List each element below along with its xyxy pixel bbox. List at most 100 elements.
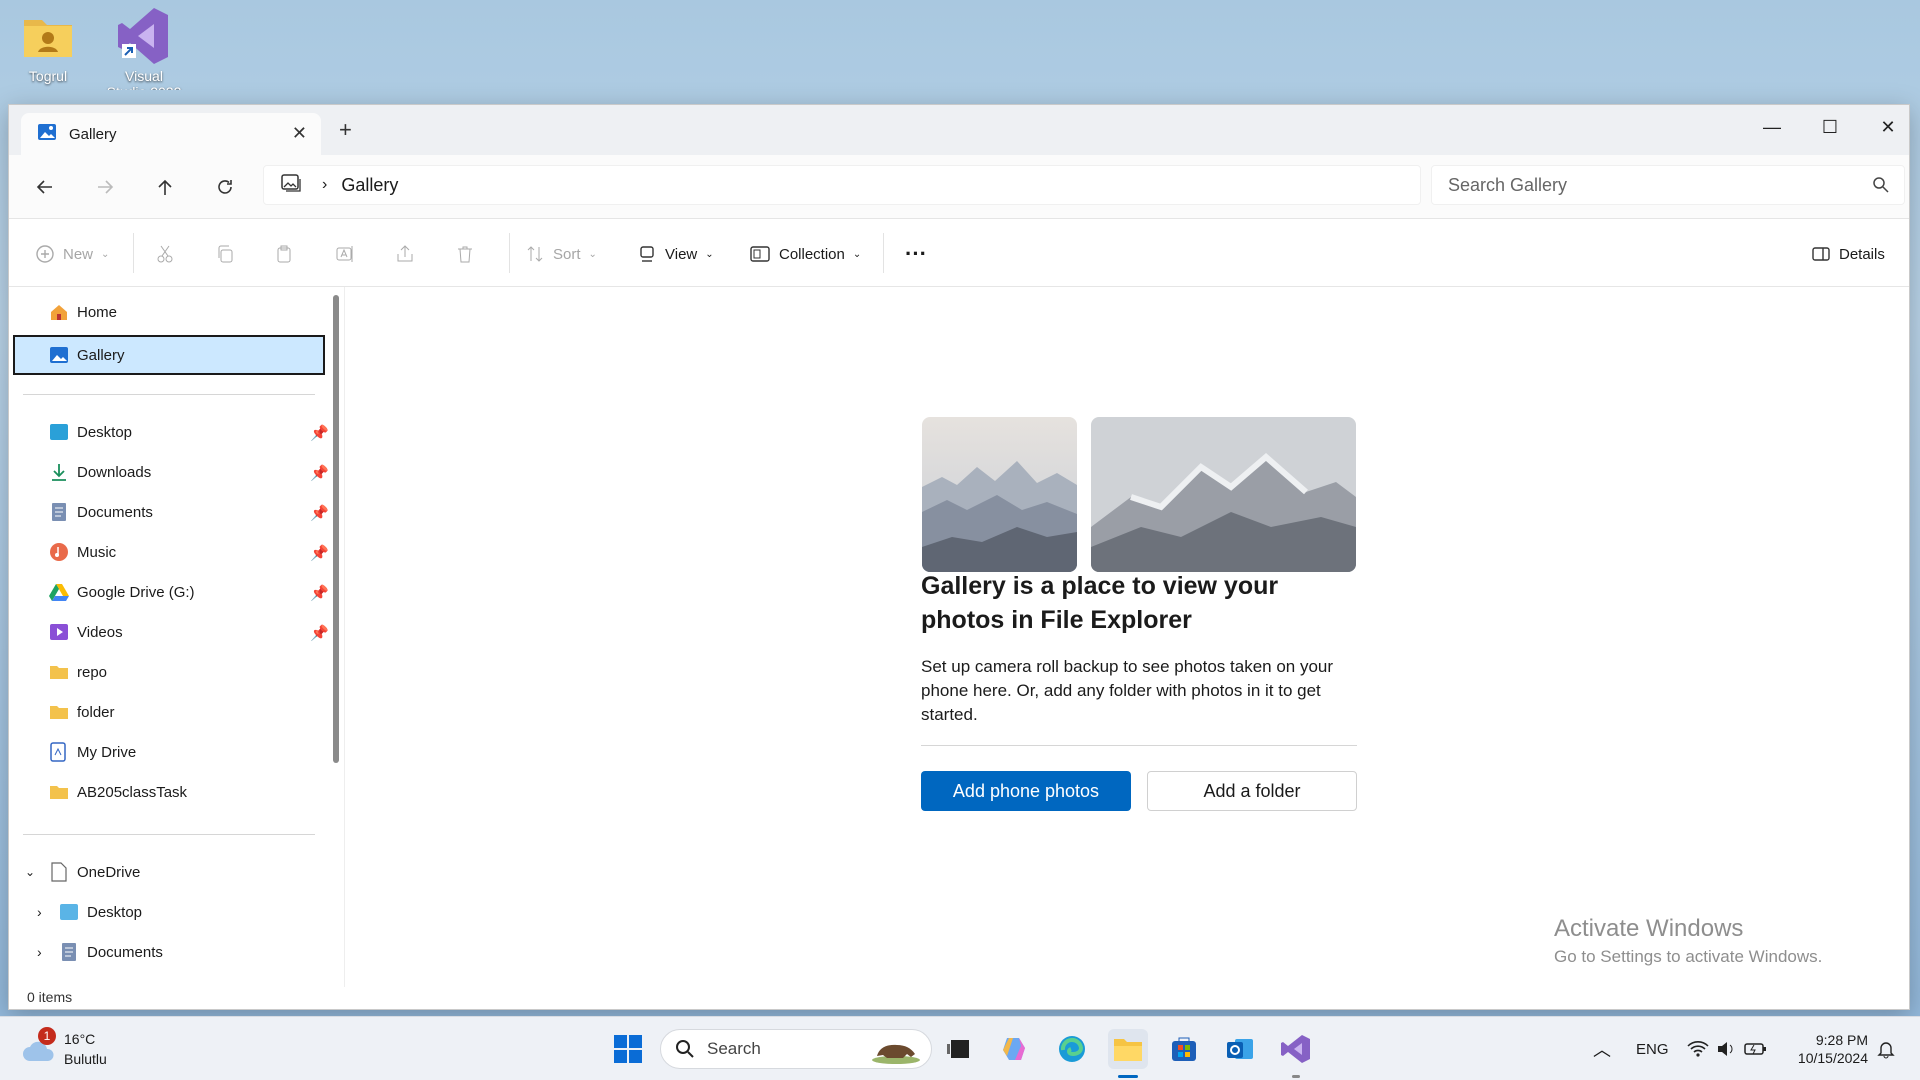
desktop-folder-icon <box>60 904 78 920</box>
desktop-icon-togrul[interactable]: Togrul <box>8 6 88 84</box>
nav-documents[interactable]: Documents 📌 <box>49 497 329 527</box>
visual-studio-taskbar-icon[interactable] <box>1276 1029 1316 1069</box>
weather-widget[interactable]: 1 16°C Bulutlu <box>22 1027 132 1069</box>
nav-onedrive-desktop[interactable]: › Desktop <box>37 897 317 927</box>
chevron-right-icon[interactable]: › <box>322 176 327 194</box>
plus-circle-icon <box>36 245 54 263</box>
folder-icon <box>50 706 68 719</box>
task-view-icon[interactable] <box>940 1029 980 1069</box>
status-bar-item-count: 0 items <box>27 989 73 1005</box>
music-icon <box>50 543 68 561</box>
close-window-button[interactable]: ✕ <box>1859 109 1909 145</box>
title-bar: Gallery ✕ + — ☐ ✕ <box>9 105 1909 155</box>
back-button[interactable] <box>29 171 61 203</box>
onedrive-doc-icon <box>51 862 67 882</box>
delete-icon[interactable] <box>455 239 475 269</box>
details-pane-icon <box>1812 247 1830 261</box>
notification-bell-icon[interactable] <box>1866 1029 1906 1069</box>
nav-folder[interactable]: folder <box>49 697 329 727</box>
outlook-icon[interactable] <box>1220 1029 1260 1069</box>
sort-icon <box>527 246 543 262</box>
pin-icon: 📌 <box>310 585 329 602</box>
add-phone-photos-button[interactable]: Add phone photos <box>921 771 1131 811</box>
nav-onedrive[interactable]: ⌄ OneDrive <box>25 857 305 887</box>
navigation-bar: › Gallery Search Gallery <box>9 155 1909 219</box>
clock-date: 10/15/2024 <box>1797 1050 1868 1066</box>
windows-icon <box>614 1035 642 1063</box>
empty-state-heading: Gallery is a place to view your photos i… <box>921 572 1279 634</box>
close-tab-icon[interactable]: ✕ <box>292 123 307 144</box>
user-folder-icon <box>20 6 76 66</box>
visual-studio-icon <box>116 6 172 66</box>
tab-gallery[interactable]: Gallery ✕ <box>21 113 321 155</box>
nav-music[interactable]: Music 📌 <box>49 537 329 567</box>
store-icon[interactable] <box>1164 1029 1204 1069</box>
edge-icon[interactable] <box>1052 1029 1092 1069</box>
clock[interactable]: 9:28 PM 10/15/2024 <box>1776 1031 1868 1067</box>
my-drive-icon <box>50 742 66 762</box>
videos-icon <box>50 624 68 640</box>
breadcrumb-gallery[interactable]: Gallery <box>341 175 398 196</box>
address-bar[interactable]: › Gallery <box>263 165 1421 205</box>
nav-my-drive[interactable]: My Drive <box>49 737 329 767</box>
chevron-right-icon[interactable]: › <box>37 904 51 920</box>
running-app-indicator <box>1292 1075 1300 1078</box>
add-a-folder-button[interactable]: Add a folder <box>1147 771 1357 811</box>
paste-icon[interactable] <box>275 239 295 269</box>
maximize-button[interactable]: ☐ <box>1801 109 1859 145</box>
search-placeholder: Search Gallery <box>1448 174 1568 195</box>
up-button[interactable] <box>149 171 181 203</box>
gallery-location-icon <box>280 172 302 198</box>
new-tab-button[interactable]: + <box>339 117 352 143</box>
nav-gallery[interactable]: Gallery <box>49 340 329 370</box>
taskbar-search[interactable]: Search <box>660 1029 932 1069</box>
notification-badge: 1 <box>38 1027 56 1045</box>
mountain-photo-small <box>922 417 1077 572</box>
forward-button[interactable] <box>89 171 121 203</box>
chevron-up-icon[interactable]: ︿ <box>1582 1029 1622 1069</box>
chevron-right-icon[interactable]: › <box>37 944 51 960</box>
nav-repo[interactable]: repo <box>49 657 329 687</box>
file-explorer-icon[interactable] <box>1108 1029 1148 1069</box>
search-icon <box>676 1040 694 1058</box>
pin-icon: 📌 <box>310 465 329 482</box>
start-button[interactable] <box>608 1029 648 1069</box>
rename-icon[interactable] <box>335 239 355 269</box>
chevron-down-icon[interactable]: ⌄ <box>25 865 41 879</box>
pin-icon: 📌 <box>310 625 329 642</box>
sort-button[interactable]: Sort ⌄ <box>525 239 597 269</box>
details-button[interactable]: Details <box>1811 239 1885 269</box>
activation-watermark: Activate Windows Go to Settings to activ… <box>1554 915 1822 967</box>
collection-button[interactable]: Collection ⌄ <box>749 239 861 269</box>
refresh-button[interactable] <box>209 171 241 203</box>
nav-desktop[interactable]: Desktop 📌 <box>49 417 329 447</box>
navigation-pane: Home Gallery Desktop 📌 Downloads 📌 Docum… <box>9 287 329 987</box>
nav-google-drive[interactable]: Google Drive (G:) 📌 <box>49 577 329 607</box>
cut-icon[interactable] <box>155 239 175 269</box>
nav-downloads[interactable]: Downloads 📌 <box>49 457 329 487</box>
search-input[interactable]: Search Gallery <box>1431 165 1905 205</box>
minimize-button[interactable]: — <box>1743 109 1801 145</box>
language-indicator[interactable]: ENG <box>1636 1041 1669 1058</box>
desktop-icon-visual-studio[interactable]: Visual Studio 2022 <box>104 6 184 90</box>
mountain-photo-large <box>1091 417 1356 572</box>
nav-onedrive-documents[interactable]: › Documents <box>37 937 317 967</box>
search-highlight-icon <box>872 1044 920 1064</box>
share-icon[interactable] <box>395 239 415 269</box>
pin-icon: 📌 <box>310 505 329 522</box>
nav-videos[interactable]: Videos 📌 <box>49 617 329 647</box>
view-icon <box>640 246 654 262</box>
copy-icon[interactable] <box>215 239 235 269</box>
search-icon[interactable] <box>1872 176 1890 199</box>
desktop-icon-label: Visual Studio 2022 <box>107 68 182 90</box>
view-button[interactable]: View ⌄ <box>637 239 714 269</box>
nav-ab205classtask[interactable]: AB205classTask <box>49 777 329 807</box>
active-app-indicator <box>1118 1075 1138 1078</box>
new-button[interactable]: New ⌄ <box>35 239 109 269</box>
collection-icon <box>750 246 770 262</box>
copilot-icon[interactable] <box>996 1029 1036 1069</box>
nav-home[interactable]: Home <box>49 297 329 327</box>
more-options-button[interactable]: ··· <box>905 239 927 269</box>
nav-scrollbar[interactable] <box>333 295 339 763</box>
battery-icon[interactable] <box>1736 1029 1776 1069</box>
